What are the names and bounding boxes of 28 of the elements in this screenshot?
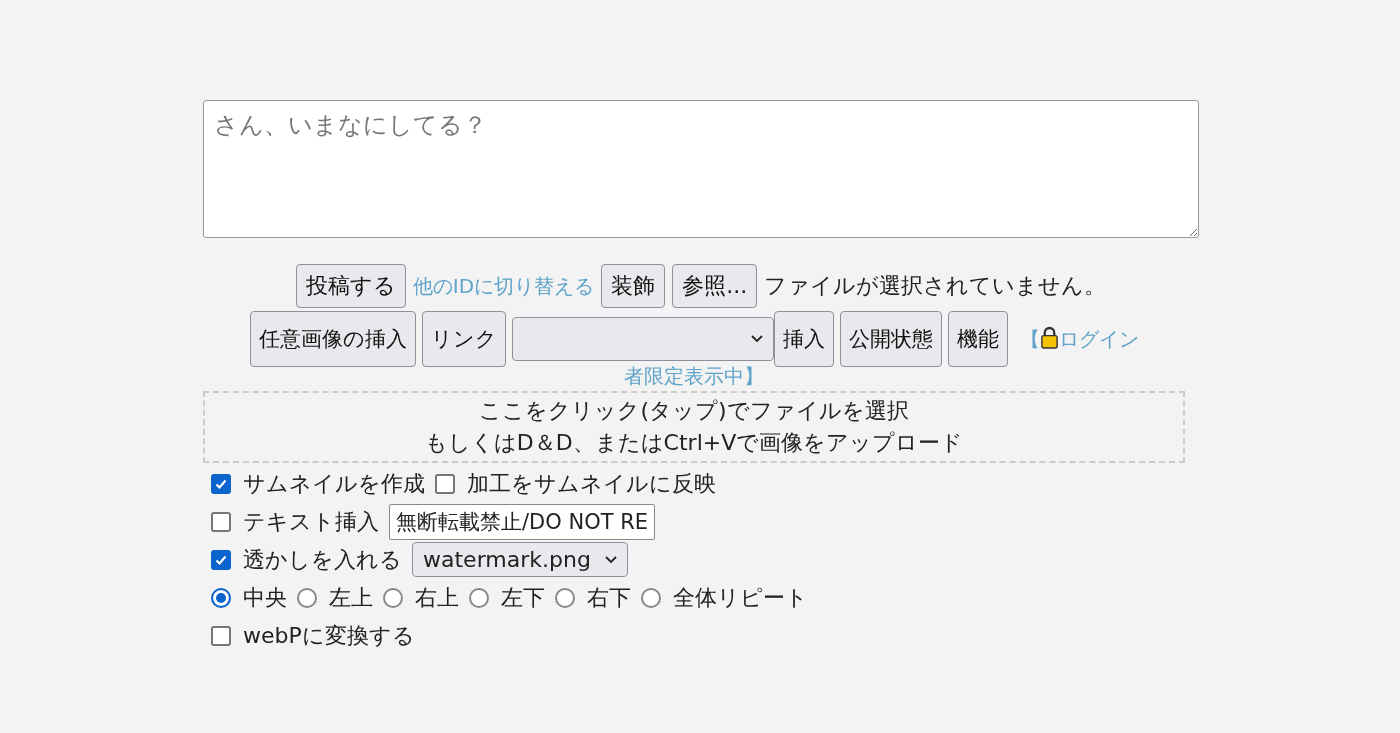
chevron-icon	[750, 335, 763, 343]
post-textarea[interactable]: さん、いまなにしてる？	[203, 100, 1199, 238]
checkbox-option[interactable]: 加工をサムネイルに反映	[435, 468, 716, 499]
button[interactable]: 参照...	[672, 264, 758, 308]
radio-option[interactable]: 左下	[469, 582, 545, 613]
button[interactable]: 投稿する	[295, 264, 406, 308]
radio-option[interactable]: 右下	[555, 582, 631, 613]
radio-option[interactable]: 中央	[211, 582, 287, 613]
chevron-icon	[604, 555, 617, 564]
checkbox-option[interactable]: サムネイルを作成	[211, 468, 425, 499]
button[interactable]: 任意画像の挿入	[249, 311, 416, 367]
dropdown[interactable]	[511, 317, 774, 361]
button[interactable]: リンク	[421, 311, 506, 367]
button[interactable]: 公開状態	[839, 311, 942, 367]
button[interactable]: 挿入	[773, 311, 834, 367]
radio-option[interactable]: 左上	[297, 582, 373, 613]
radio-option[interactable]: 全体リピート	[641, 582, 808, 613]
file-status-text: ファイルが選択されていません。	[764, 272, 1107, 300]
button[interactable]: 機能	[947, 311, 1008, 367]
watermark-select[interactable]: watermark.png	[412, 542, 628, 577]
padlock-icon	[1039, 326, 1059, 349]
checkbox-option[interactable]: 透かしを入れる	[211, 544, 402, 575]
text-input[interactable]: 無断転載禁止/DO NOT RE	[389, 503, 656, 540]
checkbox-option[interactable]: テキスト挿入	[211, 506, 379, 537]
drop-zone[interactable]: ここをクリック(タップ)でファイルを選択 もしくはD＆D、またはCtrl+Vで画像をアップロード	[203, 391, 1185, 463]
checkbox-option[interactable]: webPに変換する	[211, 620, 415, 651]
button[interactable]: 装飾	[601, 264, 666, 308]
radio-option[interactable]: 右上	[383, 582, 459, 613]
